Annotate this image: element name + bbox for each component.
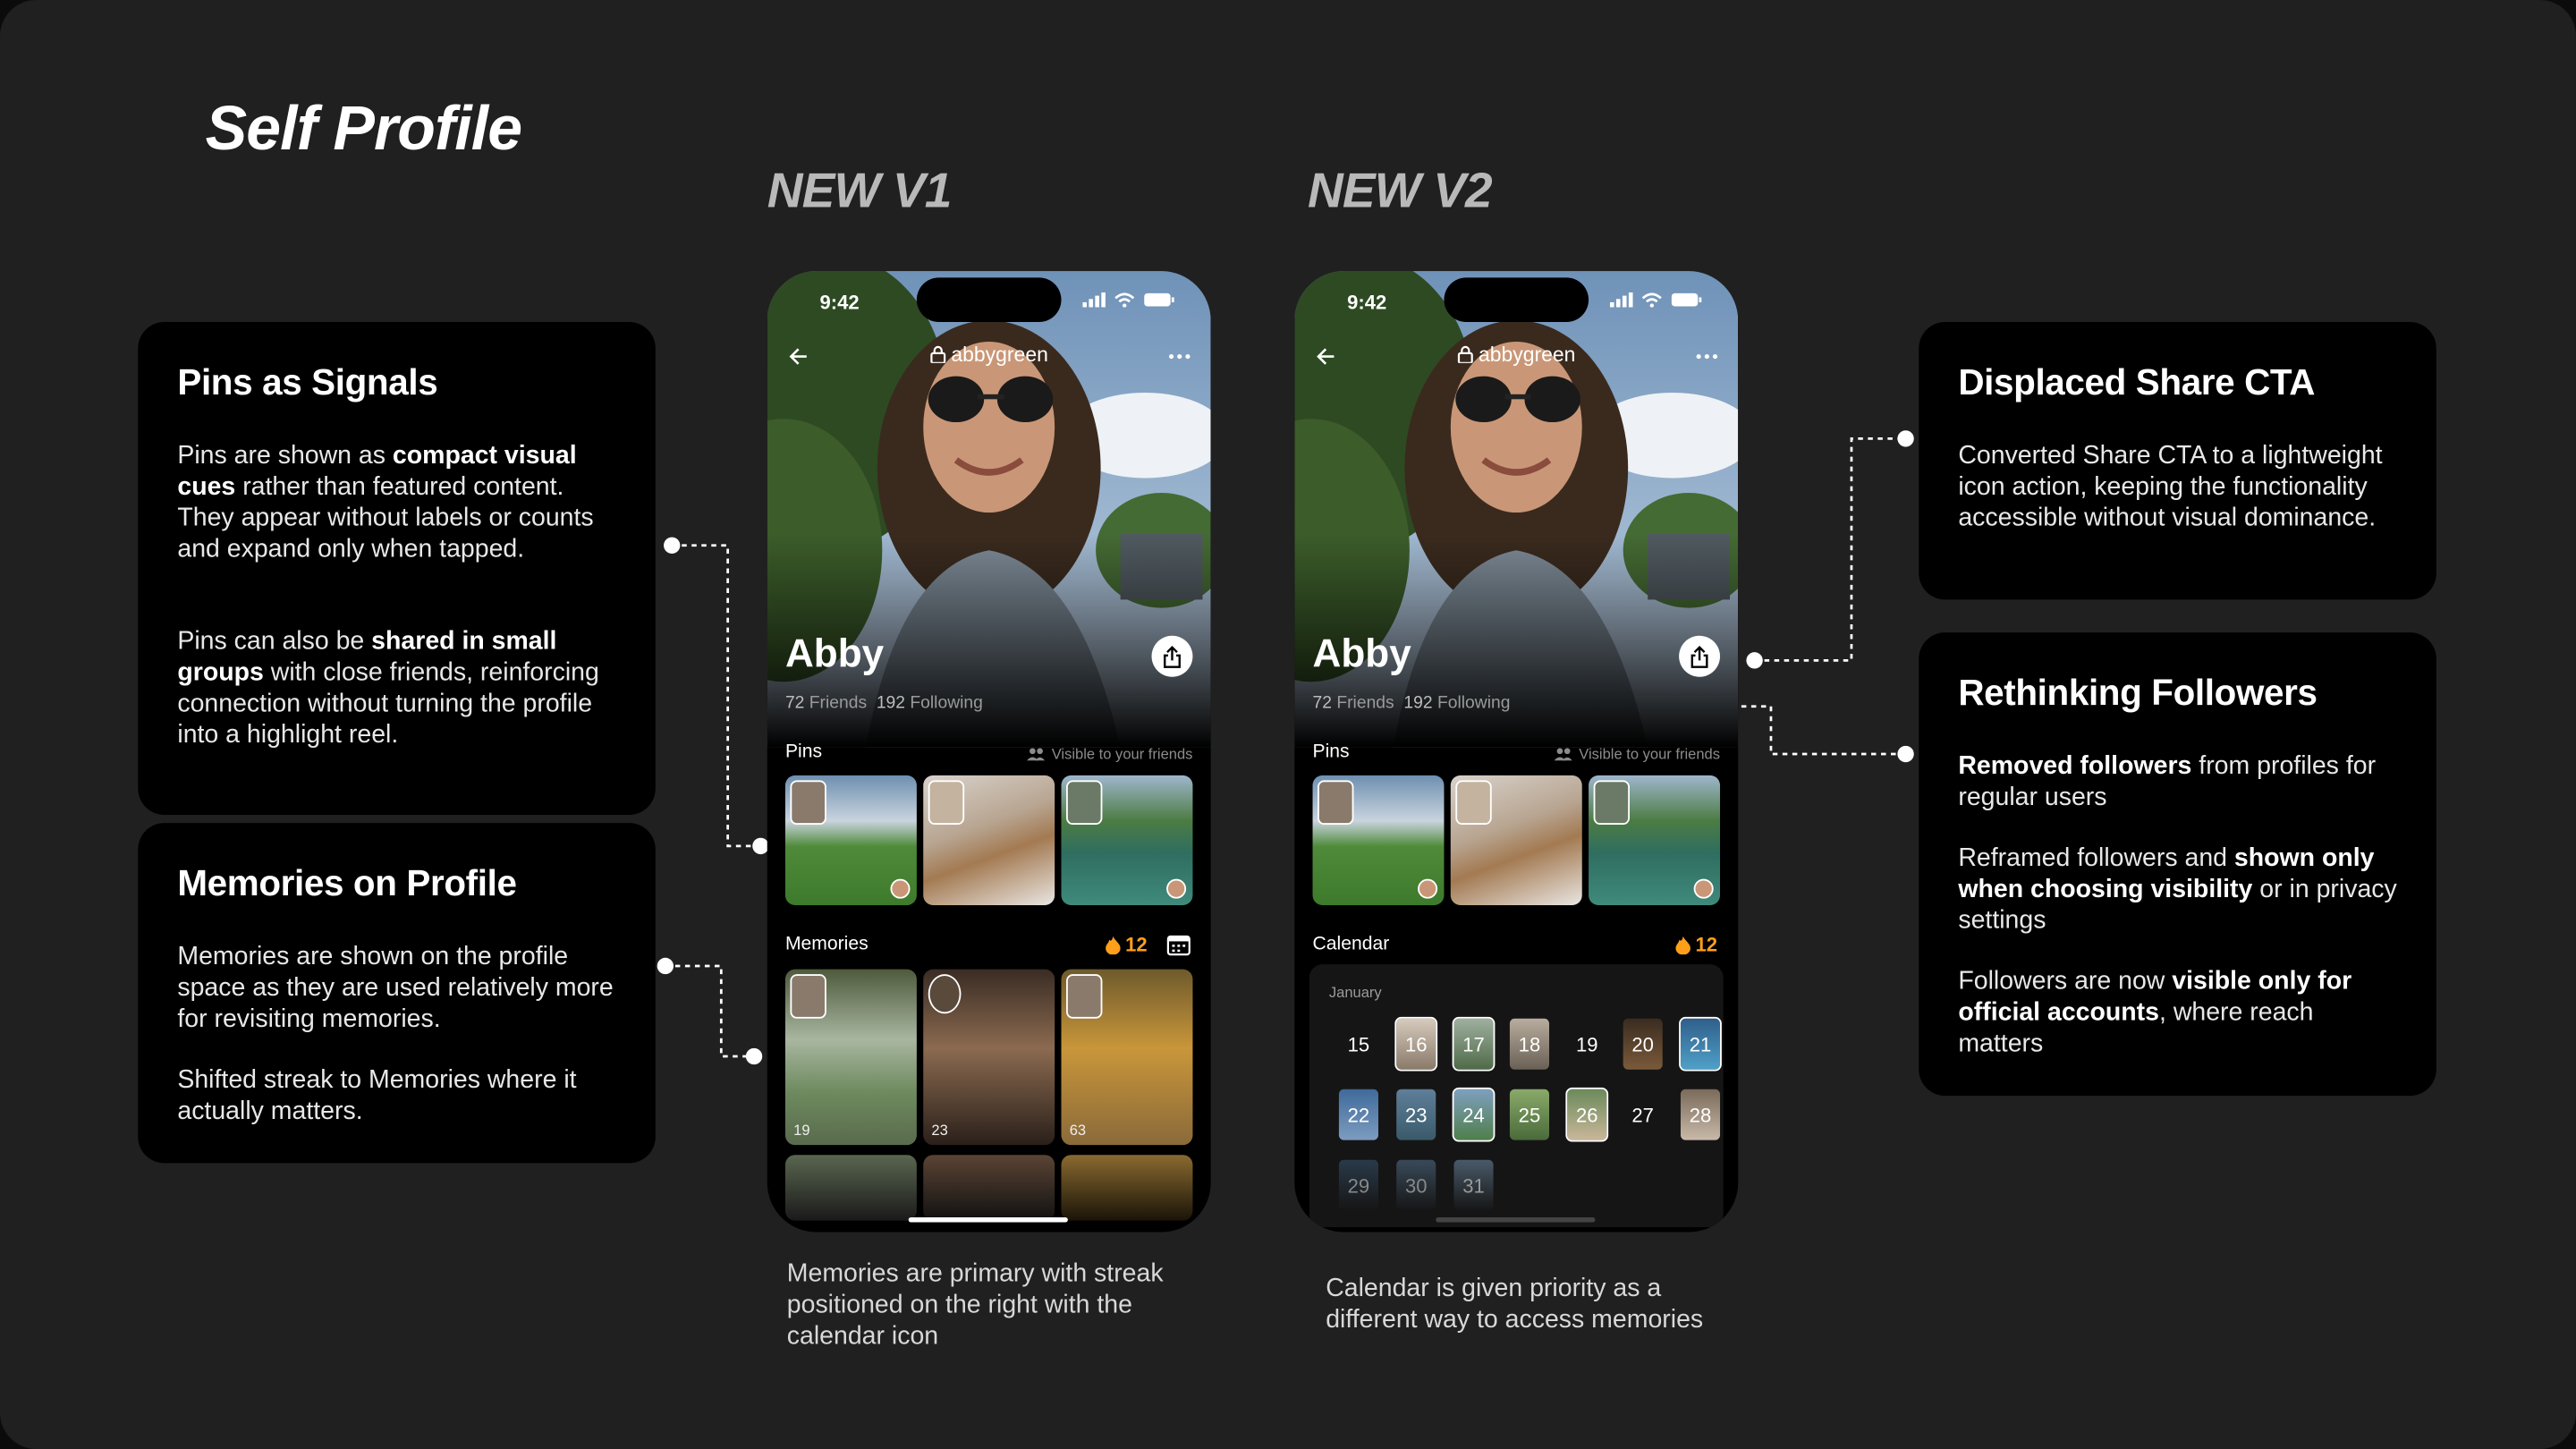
calendar-month: January xyxy=(1328,984,1382,1001)
pin-tile[interactable] xyxy=(923,775,1055,906)
phone-v1: 9:42 abbygreen Abby 72 Friends 192 Follo… xyxy=(767,271,1211,1233)
memory-count: 19 xyxy=(793,1122,810,1139)
calendar-day[interactable]: 26 xyxy=(1565,1087,1609,1142)
friends-label[interactable]: Friends xyxy=(1336,693,1394,713)
following-count: 192 xyxy=(876,693,906,714)
pin-tile[interactable] xyxy=(1312,775,1445,906)
streak-indicator: 12 xyxy=(1675,933,1717,956)
username: abbygreen xyxy=(951,343,1048,367)
wifi-icon xyxy=(1641,292,1662,308)
dynamic-island xyxy=(916,277,1062,322)
pin-tile[interactable] xyxy=(1450,775,1582,906)
streak-indicator: 12 xyxy=(1106,933,1148,956)
calendar-day[interactable]: 18 xyxy=(1509,1018,1550,1070)
visibility-note: Visible to your friends xyxy=(1554,745,1721,763)
pin-tile[interactable] xyxy=(1061,775,1193,906)
share-icon xyxy=(1690,645,1708,667)
profile-topbar: abbygreen xyxy=(767,343,1211,369)
pins-label: Pins xyxy=(1312,742,1350,763)
calendar-day[interactable]: 28 xyxy=(1680,1089,1721,1140)
phone-v2: 9:42 abbygreen Abby 72 Friends 192 Follo… xyxy=(1294,271,1739,1233)
dynamic-island xyxy=(1444,277,1589,322)
memory-tile[interactable]: 23 xyxy=(923,969,1055,1146)
memory-tile[interactable]: 19 xyxy=(784,969,917,1146)
status-icons xyxy=(1082,292,1174,308)
following-label[interactable]: Following xyxy=(1437,693,1510,713)
profile-topbar: abbygreen xyxy=(1294,343,1738,369)
annotation-connectors xyxy=(657,430,1914,1065)
battery-icon xyxy=(1671,292,1702,307)
caption-v1: Memories are primary with streak positio… xyxy=(786,1259,1164,1351)
calendar-day[interactable]: 15 xyxy=(1339,1019,1378,1070)
profile-counts: 72 Friends 192 Following xyxy=(1313,693,1511,713)
visibility-label: Visible to your friends xyxy=(1579,745,1721,763)
memory-tile[interactable]: 63 xyxy=(1061,969,1193,1146)
caption-v2: Calendar is given priority as a differen… xyxy=(1326,1275,1704,1335)
share-icon xyxy=(1164,645,1181,667)
profile-counts: 72 Friends 192 Following xyxy=(785,693,983,713)
friends-icon xyxy=(1554,748,1572,761)
profile-name: Abby xyxy=(1312,632,1411,677)
streak-count: 12 xyxy=(1695,933,1718,956)
signal-icon xyxy=(1609,292,1633,308)
calendar-day[interactable]: 17 xyxy=(1452,1016,1496,1072)
calendar-icon[interactable] xyxy=(1166,933,1191,956)
status-icons xyxy=(1609,292,1702,308)
calendar-label: Calendar xyxy=(1312,935,1390,955)
presentation-board: Self Profile NEW V1 NEW V2 Pins as Signa… xyxy=(0,0,2576,1449)
memory-tile[interactable] xyxy=(923,1155,1055,1221)
following-label[interactable]: Following xyxy=(910,693,982,713)
pins-label: Pins xyxy=(784,742,823,763)
home-indicator xyxy=(908,1216,1068,1223)
battery-icon xyxy=(1144,292,1174,307)
lock-icon xyxy=(1457,345,1473,365)
calendar-day[interactable]: 16 xyxy=(1394,1016,1438,1072)
pin-tile[interactable] xyxy=(1589,775,1721,906)
calendar-day[interactable]: 25 xyxy=(1509,1089,1550,1140)
profile-username-row: abbygreen xyxy=(767,343,1211,367)
home-indicator xyxy=(1436,1216,1596,1223)
visibility-note: Visible to your friends xyxy=(1027,746,1192,762)
calendar-day[interactable]: 23 xyxy=(1396,1089,1436,1140)
friends-count: 72 xyxy=(1312,693,1332,714)
fire-icon xyxy=(1106,936,1121,954)
status-time: 9:42 xyxy=(819,291,860,314)
calendar-day[interactable]: 29 xyxy=(1338,1159,1378,1211)
share-button[interactable] xyxy=(1151,635,1193,677)
calendar-day[interactable]: 30 xyxy=(1396,1159,1436,1211)
calendar-day[interactable]: 22 xyxy=(1338,1089,1378,1140)
share-button[interactable] xyxy=(1679,635,1721,677)
profile-name: Abby xyxy=(784,632,885,677)
lock-icon xyxy=(930,345,946,365)
visibility-label: Visible to your friends xyxy=(1051,745,1193,763)
calendar-day[interactable]: 31 xyxy=(1453,1159,1494,1211)
calendar-day[interactable]: 24 xyxy=(1452,1087,1496,1142)
pin-tile[interactable] xyxy=(784,775,917,906)
friends-label[interactable]: Friends xyxy=(809,693,867,713)
more-options-icon[interactable] xyxy=(1695,353,1718,360)
profile-username-row: abbygreen xyxy=(1294,343,1738,367)
streak-count: 12 xyxy=(1125,933,1148,956)
calendar-day[interactable]: 27 xyxy=(1623,1089,1663,1140)
following-count: 192 xyxy=(1403,693,1433,714)
memory-tile[interactable] xyxy=(784,1155,917,1221)
calendar-day[interactable]: 19 xyxy=(1567,1019,1606,1070)
memory-count: 63 xyxy=(1069,1122,1087,1139)
fire-icon xyxy=(1675,936,1690,954)
username: abbygreen xyxy=(1478,343,1576,367)
memory-tile[interactable] xyxy=(1061,1155,1193,1221)
calendar-day[interactable]: 21 xyxy=(1679,1016,1722,1072)
memory-calendar: January 15 16 17 18 19 20 21 22 23 24 25… xyxy=(1309,964,1724,1228)
friends-count: 72 xyxy=(784,693,805,714)
friends-icon xyxy=(1027,748,1046,761)
status-time: 9:42 xyxy=(1347,291,1387,314)
signal-icon xyxy=(1082,292,1106,308)
more-options-icon[interactable] xyxy=(1168,353,1191,360)
memories-label: Memories xyxy=(784,935,869,955)
wifi-icon xyxy=(1114,292,1135,308)
memory-count: 23 xyxy=(931,1122,948,1139)
calendar-day[interactable]: 20 xyxy=(1623,1018,1663,1070)
